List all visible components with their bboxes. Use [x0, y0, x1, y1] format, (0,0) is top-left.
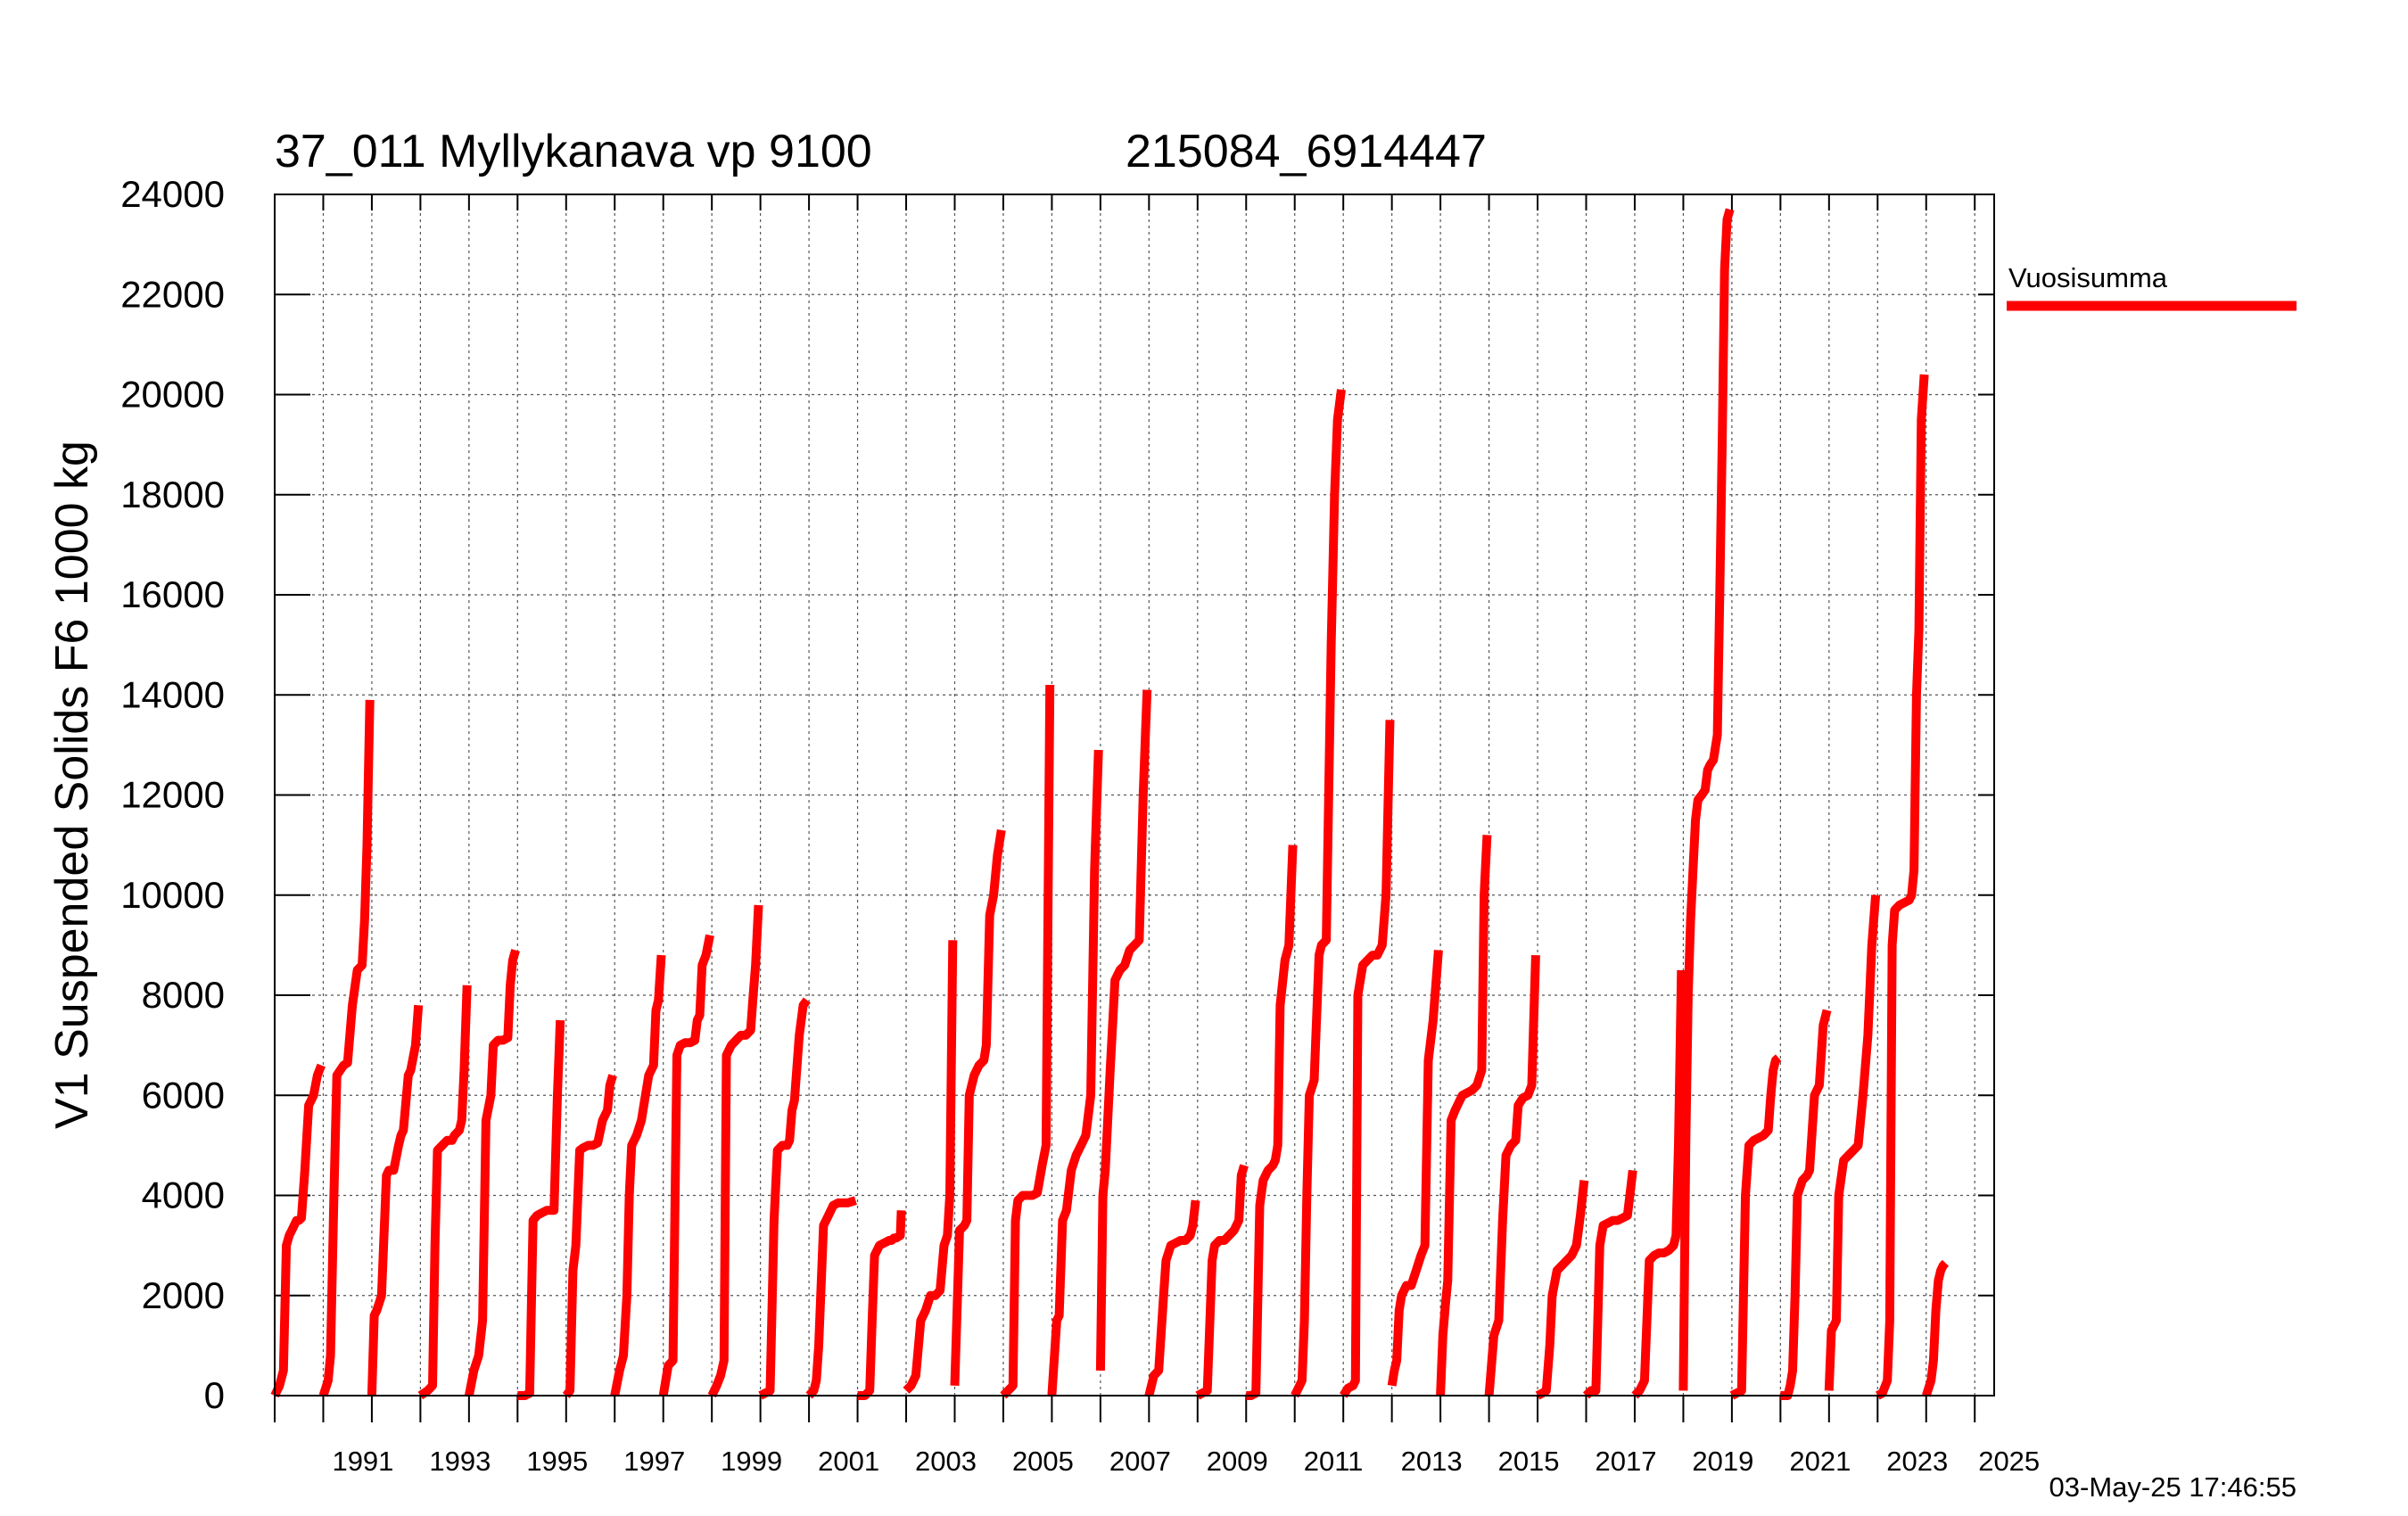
series-line-2017 [1582, 1169, 1637, 1399]
series-line-2012 [1339, 720, 1395, 1398]
series-line-1998 [658, 934, 714, 1397]
series-line-2016 [1535, 1180, 1589, 1400]
x-tick-label-1995: 1995 [526, 1446, 588, 1477]
x-tick-label-1993: 1993 [429, 1446, 491, 1477]
legend-label: Vuosisumma [2008, 262, 2168, 293]
series-line-2003 [903, 940, 958, 1394]
y-tick-label-4000: 4000 [142, 1174, 225, 1216]
y-tick-label-2000: 2000 [142, 1274, 225, 1316]
y-tick-label-0: 0 [204, 1374, 225, 1416]
x-tick-labels: 1991 1993 1995 1997 1999 2001 2003 2005 2007 2009… [332, 1446, 2040, 1477]
x-tick-label-2001: 2001 [818, 1446, 879, 1477]
series-line-2013 [1387, 950, 1443, 1387]
y-tick-label-10000: 10000 [120, 874, 225, 916]
x-tick-label-2007: 2007 [1109, 1446, 1171, 1477]
series-line-2009 [1195, 1164, 1249, 1400]
x-tick-label-2017: 2017 [1596, 1446, 1657, 1477]
series-line-2000 [758, 997, 811, 1400]
timestamp: 03-May-25 17:46:55 [2049, 1471, 2297, 1503]
series-line-1997 [610, 954, 666, 1397]
series-line-2004 [950, 829, 1006, 1386]
y-tick-label-24000: 24000 [120, 173, 225, 215]
series-lines [270, 208, 1950, 1400]
x-tick-label-1999: 1999 [721, 1446, 782, 1477]
series-line-1999 [707, 904, 763, 1398]
series-line-1996 [562, 1074, 617, 1399]
series-line-2014 [1436, 835, 1492, 1397]
series-line-2022 [1824, 894, 1881, 1391]
y-tick-label-14000: 14000 [120, 673, 225, 715]
y-tick-label-12000: 12000 [120, 774, 225, 816]
series-line-1994 [464, 949, 520, 1397]
series-line-2019 [1678, 208, 1735, 1391]
series-line-2007 [1095, 689, 1152, 1371]
x-tick-label-2023: 2023 [1886, 1446, 1948, 1477]
x-tick-label-2013: 2013 [1401, 1446, 1463, 1477]
y-tick-label-8000: 8000 [142, 974, 225, 1016]
y-axis-label: V1 Suspended Solids F6 1000 kg [46, 441, 98, 1129]
x-tick-label-2011: 2011 [1304, 1446, 1364, 1477]
y-tick-label-18000: 18000 [120, 474, 225, 515]
series-line-2018 [1631, 969, 1686, 1399]
series-line-1990 [270, 1063, 326, 1398]
x-tick-label-2015: 2015 [1498, 1446, 1560, 1477]
series-line-2023 [1875, 374, 1929, 1400]
x-tick-label-2019: 2019 [1692, 1446, 1753, 1477]
series-line-2006 [1047, 749, 1103, 1397]
x-tick-label-2005: 2005 [1012, 1446, 1074, 1477]
series-line-2005 [1000, 684, 1055, 1399]
x-tick-label-2025: 2025 [1978, 1446, 2040, 1477]
x-tick-label-1991: 1991 [332, 1446, 393, 1477]
series-line-2020 [1729, 1054, 1782, 1400]
chart-svg: 37_011 Myllykanava vp 9100 215084_691444… [46, 126, 2297, 1503]
y-tick-label-20000: 20000 [120, 374, 225, 416]
series-line-1991 [318, 699, 375, 1397]
series-line-2008 [1144, 1199, 1200, 1397]
y-tick-label-16000: 16000 [120, 573, 225, 615]
series-line-2010 [1246, 845, 1298, 1400]
x-tick-label-2003: 2003 [915, 1446, 977, 1477]
series-line-1995 [517, 1019, 565, 1400]
x-tick-label-2021: 2021 [1789, 1446, 1851, 1477]
series-line-2024 [1922, 1259, 1950, 1397]
chart-title: 37_011 Myllykanava vp 9100 [275, 126, 872, 177]
series-line-1993 [417, 985, 472, 1400]
series-line-2015 [1484, 954, 1540, 1397]
series-line-1992 [367, 1004, 424, 1397]
station-id: 215084_6914447 [1126, 126, 1487, 177]
y-tick-label-6000: 6000 [142, 1074, 225, 1116]
series-line-2002 [857, 1210, 906, 1400]
series-line-2021 [1780, 1009, 1832, 1400]
series-line-2001 [805, 1196, 857, 1399]
x-tick-label-1997: 1997 [623, 1446, 685, 1477]
x-tick-label-2009: 2009 [1207, 1446, 1268, 1477]
series-line-2011 [1291, 389, 1346, 1398]
y-tick-labels: 0 2000 4000 6000 8000 10000 12000 14000 16000 180… [120, 173, 225, 1416]
y-tick-label-22000: 22000 [120, 273, 225, 315]
